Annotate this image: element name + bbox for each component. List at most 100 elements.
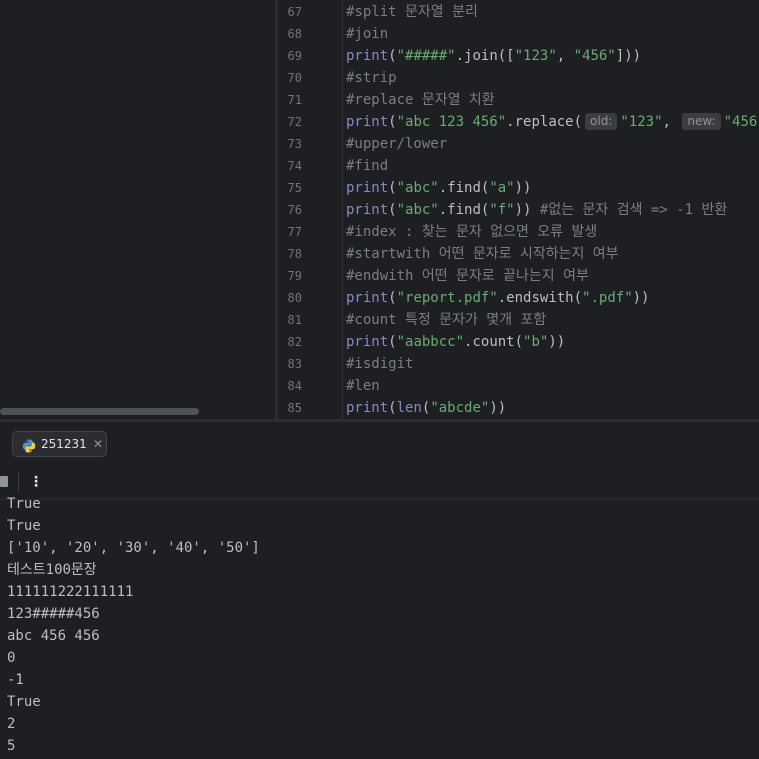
console-line: -1 <box>7 672 24 688</box>
code-line[interactable]: print("abc".find("f")) #없는 문자 검색 => -1 반… <box>346 199 727 221</box>
code-line[interactable]: #len <box>346 375 380 397</box>
code-token: print <box>346 202 389 218</box>
code-line[interactable]: #startwith 어떤 문자로 시작하는지 여부 <box>346 243 619 265</box>
console-line: True <box>7 518 41 534</box>
code-line[interactable]: #replace 문자열 치환 <box>346 89 495 111</box>
line-number: 82 <box>287 335 302 349</box>
run-tab-label: 251231 <box>41 437 87 451</box>
code-token: )) <box>548 334 566 350</box>
line-number: 72 <box>287 115 302 129</box>
console-output[interactable]: True True ['10', '20', '30', '40', '50'] 테스… <box>0 493 759 759</box>
line-number: 69 <box>287 49 302 63</box>
parameter-hint: new: <box>682 113 721 130</box>
console-line: 111111222111111 <box>7 584 134 600</box>
code-token: ( <box>388 290 397 306</box>
console-line: 5 <box>7 738 16 754</box>
code-token: "123" <box>620 114 663 130</box>
code-line[interactable]: #split 문자열 분리 <box>346 1 478 23</box>
console-line: 테스트100문장 <box>7 562 97 578</box>
code-token: print <box>346 290 389 306</box>
code-line[interactable]: #find <box>346 155 388 177</box>
line-number: 79 <box>287 269 302 283</box>
stop-icon[interactable] <box>0 476 8 487</box>
code-token: ])) <box>615 48 642 64</box>
code-token: .join([ <box>455 48 515 64</box>
code-line[interactable]: print("aabbcc".count("b")) <box>346 331 565 353</box>
console-line: 2 <box>7 716 16 732</box>
code-token: ( <box>388 400 397 416</box>
line-number: 75 <box>287 181 302 195</box>
code-token: #count 특정 문자가 몇개 포함 <box>346 312 547 328</box>
code-editor[interactable]: 67 68 69 70 71 72 73 74 75 76 77 78 79 80 81 82 83 84 85 #… <box>278 0 759 419</box>
code-token: )) <box>514 180 532 196</box>
code-line[interactable]: print("#####".join(["123", "456"])) <box>346 45 641 67</box>
run-tab-bar <box>0 422 759 466</box>
project-panel-horizontal-scrollbar[interactable] <box>0 408 199 415</box>
line-number: 73 <box>287 137 302 151</box>
code-line[interactable]: print("abc 123 456".replace(old: "123", n… <box>346 111 759 133</box>
line-number: 71 <box>287 93 302 107</box>
parameter-hint: old: <box>585 113 618 130</box>
code-token: ( <box>388 48 397 64</box>
code-token: "aabbcc" <box>396 334 465 350</box>
code-line[interactable]: print("abc".find("a")) <box>346 177 531 199</box>
line-number-gutter: 67 68 69 70 71 72 73 74 75 76 77 78 79 80 81 82 83 84 85 <box>278 0 342 419</box>
code-line[interactable]: #strip <box>346 67 397 89</box>
code-token: "f" <box>489 202 515 218</box>
code-token: "abcde" <box>430 400 490 416</box>
code-token: #index : 찾는 문자 없으면 오류 발생 <box>346 224 598 240</box>
code-token: #find <box>346 158 389 174</box>
code-line[interactable]: #isdigit <box>346 353 413 375</box>
code-token: "abc" <box>396 202 439 218</box>
run-tab-251231[interactable]: 251231 ✕ <box>12 431 107 457</box>
code-token: .find( <box>438 202 490 218</box>
code-token: "report.pdf" <box>396 290 498 306</box>
code-token: print <box>346 180 389 196</box>
code-token: "#####" <box>396 48 456 64</box>
code-line[interactable]: print("report.pdf".endswith(".pdf")) <box>346 287 649 309</box>
line-number: 70 <box>287 71 302 85</box>
code-token: , <box>662 114 680 130</box>
code-token: ( <box>388 114 397 130</box>
code-token: #split 문자열 분리 <box>346 4 478 20</box>
line-number: 77 <box>287 225 302 239</box>
console-line: abc 456 456 <box>7 628 100 644</box>
more-options-icon[interactable]: ⋮ <box>29 472 43 492</box>
code-token: )) <box>514 202 540 218</box>
code-token: ( <box>388 202 397 218</box>
code-token: "abc" <box>396 180 439 196</box>
code-token: "abc 123 456" <box>396 114 507 130</box>
code-token: )) <box>489 400 507 416</box>
console-line: True <box>7 694 41 710</box>
console-line: 0 <box>7 650 16 666</box>
code-line[interactable]: #upper/lower <box>346 133 447 155</box>
code-token: #len <box>346 378 380 394</box>
console-line: ['10', '20', '30', '40', '50'] <box>7 540 260 556</box>
code-token: .find( <box>438 180 490 196</box>
code-line[interactable]: #count 특정 문자가 몇개 포함 <box>346 309 546 331</box>
line-number: 80 <box>287 291 302 305</box>
code-token: #startwith 어떤 문자로 시작하는지 여부 <box>346 246 619 262</box>
code-token: "a" <box>489 180 515 196</box>
code-line[interactable]: print(len("abcde")) <box>346 397 506 419</box>
code-token: print <box>346 400 389 416</box>
python-icon <box>22 438 36 453</box>
code-line[interactable]: #join <box>346 23 388 45</box>
console-line: True <box>7 496 41 512</box>
code-token: #없는 문자 검색 => -1 반환 <box>539 202 728 218</box>
code-token: #replace 문자열 치환 <box>346 92 495 108</box>
code-line[interactable]: #endwith 어떤 문자로 끝나는지 여부 <box>346 265 589 287</box>
code-token: "456" <box>723 114 759 130</box>
code-token: ( <box>388 334 397 350</box>
code-token: ( <box>388 180 397 196</box>
code-token: .count( <box>464 334 524 350</box>
code-token: )) <box>632 290 650 306</box>
line-number: 74 <box>287 159 302 173</box>
code-token: "b" <box>523 334 549 350</box>
close-icon[interactable]: ✕ <box>93 432 103 456</box>
code-token: print <box>346 48 389 64</box>
code-line[interactable]: #index : 찾는 문자 없으면 오류 발생 <box>346 221 597 243</box>
line-number: 83 <box>287 357 302 371</box>
line-number: 81 <box>287 313 302 327</box>
project-panel <box>0 0 275 419</box>
